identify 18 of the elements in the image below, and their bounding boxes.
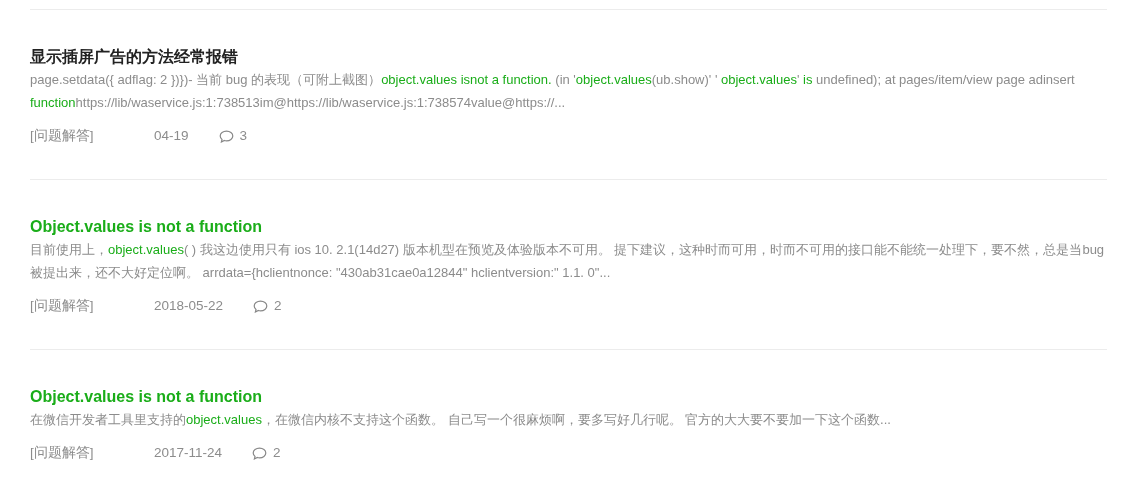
result-title[interactable]: Object.values is not a function bbox=[30, 387, 1107, 407]
comment-icon bbox=[218, 129, 234, 143]
post-date: 2018-05-22 bbox=[154, 297, 224, 315]
result-snippet: 在微信开发者工具里支持的object.values，在微信内核不支持这个函数。 自己写一个很麻烦啊，要多写好几行呢。 官方的大大要不要加一下这个函数... bbox=[30, 411, 892, 429]
result-snippet: page.setdata({ adflag: 2 })})- 当前 bug 的表现（可附上截图）object.values isnot a function. (in 'object.values(ub.show)' ' object.values' is undefined); at pages/item/view page adinsert functionhttps://lib/waservice.js:1:738513im@https://lib/waservice.js:1:738574value@https://... bbox=[30, 71, 1076, 112]
result-title[interactable]: Object.values is not a function bbox=[30, 217, 1107, 237]
category-label: [问题解答] bbox=[30, 444, 95, 462]
result-title[interactable]: 显示插屏广告的方法经常报错 bbox=[30, 47, 1107, 67]
comment-icon bbox=[252, 446, 268, 460]
comment-icon bbox=[253, 299, 269, 313]
category-label: [问题解答] bbox=[30, 297, 95, 315]
comment-count: 3 bbox=[239, 127, 248, 145]
comment-count: 2 bbox=[273, 444, 281, 462]
category-label: [问题解答] bbox=[30, 127, 95, 145]
comment-count: 2 bbox=[274, 297, 282, 315]
post-date: 2017-11-24 bbox=[154, 444, 223, 462]
post-date: 04-19 bbox=[154, 127, 189, 145]
result-snippet: 目前使用上，object.values( ) 我这边使用只有 ios 10. 2.1(14d27) 版本机型在预览及体验版本不可用。 提下建议，这种时而可用，时而不可用的接口能不能统一处理下，要不然，总是当bug被提出来，还不大好定位啊。 arrdata={hclientnonce: "430ab31cae0a12844" hclientversion:" 1.1. 0"... bbox=[30, 241, 1106, 282]
